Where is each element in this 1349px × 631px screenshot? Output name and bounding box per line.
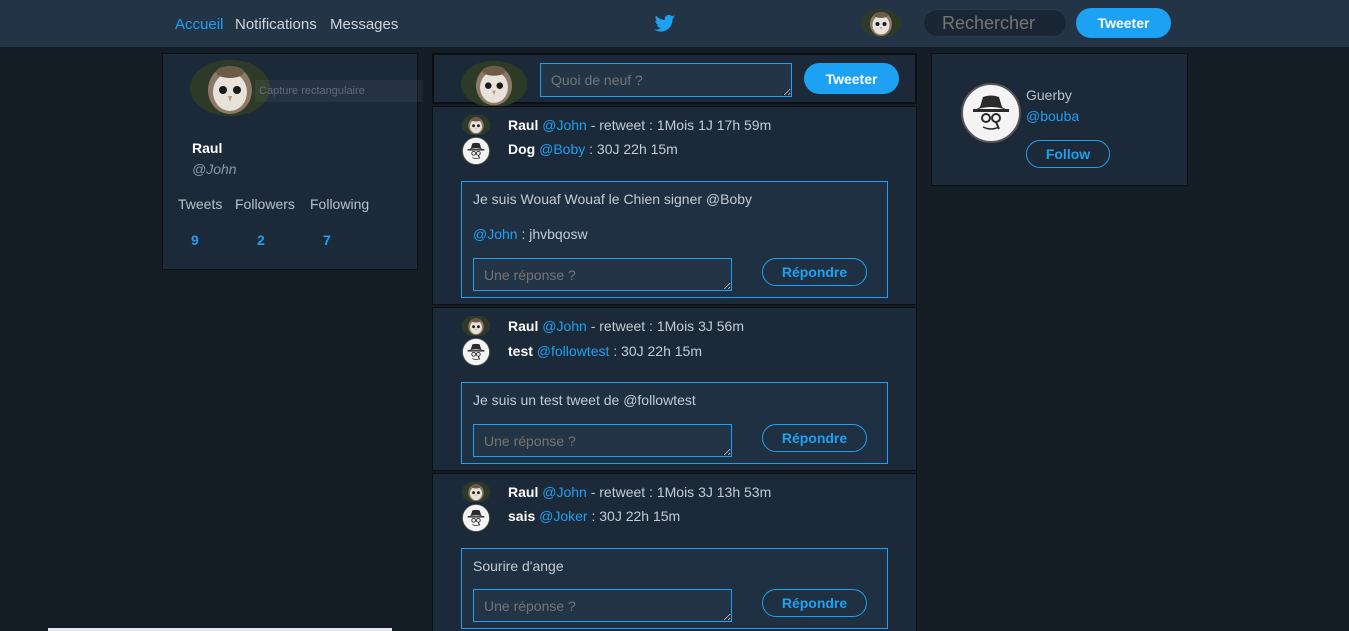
author-name[interactable]: sais — [508, 508, 535, 524]
stat-tweets-label[interactable]: Tweets — [178, 196, 222, 212]
reply-input[interactable] — [473, 424, 732, 457]
author-meta: : 30J 22h 15m — [591, 508, 681, 524]
profile-card: Capture rectangulaire Raul @John Tweets … — [162, 53, 423, 270]
suggestion-name[interactable]: Guerby — [1026, 87, 1072, 103]
author-avatar[interactable] — [462, 137, 490, 165]
suggestion-handle[interactable]: @bouba — [1026, 108, 1079, 124]
tweet-body: Je suis un test tweet de @followtest Rép… — [461, 382, 888, 464]
reply-author-handle[interactable]: @John — [473, 226, 518, 242]
reply-input[interactable] — [473, 589, 732, 622]
profile-name: Raul — [192, 140, 223, 156]
stat-following-label[interactable]: Following — [310, 196, 369, 212]
compose-avatar — [461, 61, 527, 107]
retweeter-handle[interactable]: @John — [542, 318, 587, 334]
who-to-follow-card: Guerby @bouba Follow — [931, 53, 1188, 186]
stat-followers-label[interactable]: Followers — [235, 196, 295, 212]
profile-handle: @John — [192, 161, 237, 177]
retweet-line: Raul @John - retweet : 1Mois 3J 13h 53m — [508, 484, 771, 500]
retweeter-avatar[interactable] — [462, 481, 490, 503]
follow-button[interactable]: Follow — [1026, 140, 1110, 168]
retweeter-handle[interactable]: @John — [542, 117, 587, 133]
reply-button[interactable]: Répondre — [762, 589, 867, 617]
retweeter-name[interactable]: Raul — [508, 318, 538, 334]
compose-input[interactable] — [540, 63, 792, 97]
retweet-meta: - retweet : 1Mois 3J 56m — [590, 318, 744, 334]
reply-comment: @John : jhvbqosw — [473, 226, 588, 242]
stat-following-count[interactable]: 7 — [323, 232, 331, 248]
author-avatar[interactable] — [462, 338, 490, 366]
tweet-card: Raul @John - retweet : 1Mois 3J 56m test… — [432, 307, 917, 471]
author-line: Dog @Boby : 30J 22h 15m — [508, 141, 678, 157]
retweet-line: Raul @John - retweet : 1Mois 1J 17h 59m — [508, 117, 771, 133]
search-input[interactable] — [923, 9, 1067, 37]
top-navigation-bar: Accueil Notifications Messages Tweeter — [0, 0, 1349, 47]
tweet-card: Raul @John - retweet : 1Mois 3J 13h 53m … — [432, 473, 917, 631]
retweet-meta: - retweet : 1Mois 3J 13h 53m — [590, 484, 772, 500]
tweet-button[interactable]: Tweeter — [1076, 8, 1171, 38]
tweet-text: Sourire d'ange — [473, 558, 564, 574]
stat-tweets-count[interactable]: 9 — [191, 232, 199, 248]
author-line: test @followtest : 30J 22h 15m — [508, 343, 702, 359]
author-handle[interactable]: @Boby — [539, 141, 585, 157]
author-handle[interactable]: @followtest — [537, 343, 610, 359]
retweeter-name[interactable]: Raul — [508, 117, 538, 133]
reply-button[interactable]: Répondre — [762, 424, 867, 452]
tweet-body: Je suis Wouaf Wouaf le Chien signer @Bob… — [461, 181, 888, 298]
author-avatar[interactable] — [462, 504, 490, 532]
tweet-card: Raul @John - retweet : 1Mois 1J 17h 59m … — [432, 106, 917, 305]
retweeter-name[interactable]: Raul — [508, 484, 538, 500]
tweet-body: Sourire d'ange Répondre — [461, 548, 888, 629]
current-user-avatar[interactable] — [861, 9, 901, 37]
author-handle[interactable]: @Joker — [539, 508, 587, 524]
nav-notifications-link[interactable]: Notifications — [235, 16, 317, 33]
nav-messages-link[interactable]: Messages — [330, 16, 398, 33]
stat-followers-count[interactable]: 2 — [257, 232, 265, 248]
retweet-meta: - retweet : 1Mois 1J 17h 59m — [590, 117, 772, 133]
nav-home-link[interactable]: Accueil — [175, 16, 223, 33]
capture-overlay-label: Capture rectangulaire — [255, 80, 423, 102]
author-line: sais @Joker : 30J 22h 15m — [508, 508, 680, 524]
compose-box: Tweeter — [432, 53, 917, 104]
compose-tweet-button[interactable]: Tweeter — [804, 63, 899, 94]
retweet-line: Raul @John - retweet : 1Mois 3J 56m — [508, 318, 744, 334]
author-name[interactable]: Dog — [508, 141, 535, 157]
retweeter-handle[interactable]: @John — [542, 484, 587, 500]
retweeter-avatar[interactable] — [462, 315, 490, 337]
reply-button[interactable]: Répondre — [762, 258, 867, 286]
reply-comment-text: : jhvbqosw — [521, 226, 588, 242]
author-meta: : 30J 22h 15m — [589, 141, 678, 157]
tweet-text: Je suis un test tweet de @followtest — [473, 392, 696, 408]
twitter-bird-icon[interactable] — [654, 14, 676, 34]
retweeter-avatar[interactable] — [462, 114, 490, 136]
reply-input[interactable] — [473, 258, 732, 291]
author-meta: : 30J 22h 15m — [613, 343, 702, 359]
suggestion-avatar[interactable] — [961, 83, 1021, 143]
author-name[interactable]: test — [508, 343, 533, 359]
tweet-text: Je suis Wouaf Wouaf le Chien signer @Bob… — [473, 191, 753, 207]
